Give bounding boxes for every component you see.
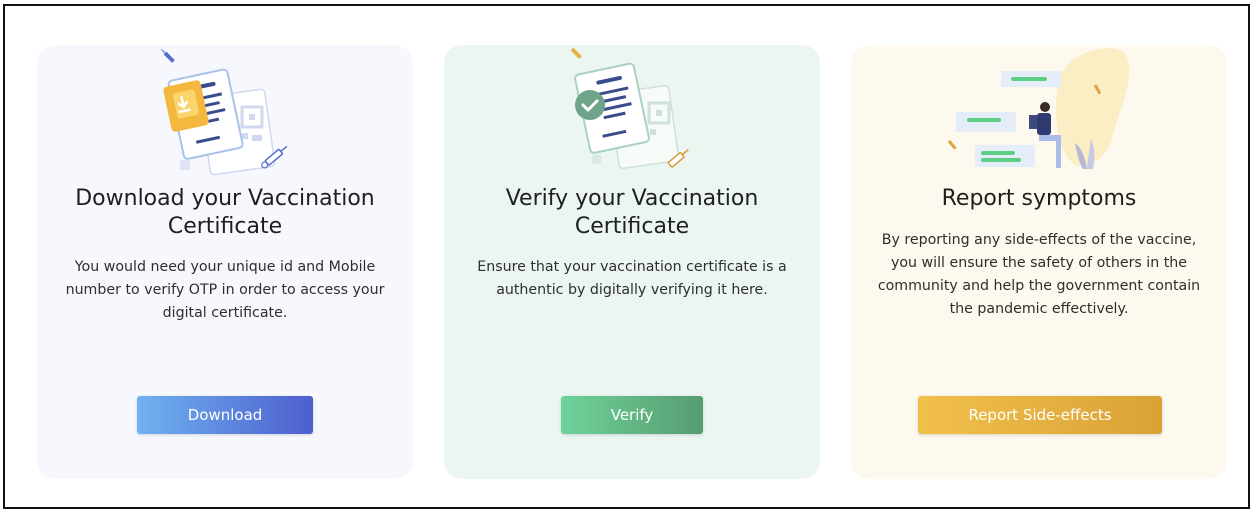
certificate-download-icon — [161, 49, 288, 176]
verify-certificate-card: Verify your Vaccination Certificate Ensu… — [444, 45, 820, 479]
download-certificate-card: Download your Vaccination Certificate Yo… — [37, 45, 413, 479]
download-button[interactable]: Download — [137, 396, 313, 434]
report-symptoms-illustration — [947, 47, 1130, 169]
card-description: You would need your unique id and Mobile… — [65, 259, 385, 321]
card-description: By reporting any side-effects of the vac… — [877, 232, 1201, 317]
verify-button[interactable]: Verify — [561, 396, 703, 434]
certificate-verified-icon — [570, 47, 689, 170]
card-title: Download your Vaccination Certificate — [75, 186, 375, 239]
card-title: Report symptoms — [941, 186, 1137, 211]
page-frame: Download your Vaccination Certificate Yo… — [3, 4, 1250, 509]
report-side-effects-button[interactable]: Report Side-effects — [918, 396, 1162, 434]
card-description: Ensure that your vaccination certificate… — [477, 259, 787, 298]
report-symptoms-card: Report symptoms By reporting any side-ef… — [851, 45, 1227, 479]
card-title: Verify your Vaccination Certificate — [505, 186, 759, 239]
